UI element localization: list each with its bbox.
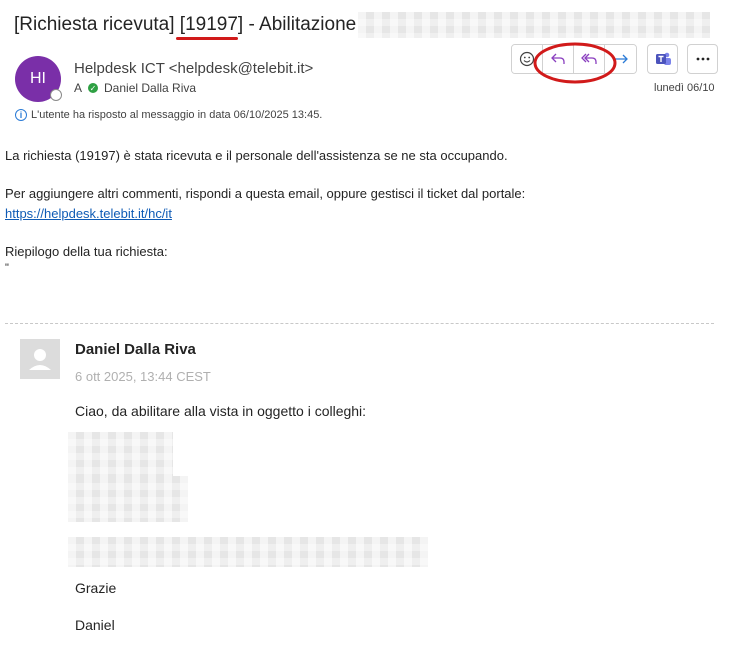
- recipient-row: A ✓ Daniel Dalla Riva: [74, 81, 196, 95]
- subject-prefix: [Richiesta ricevuta]: [14, 14, 180, 35]
- quoted-date: 6 ott 2025, 13:44 CEST: [75, 369, 211, 384]
- red-circle-annotation: [533, 42, 617, 84]
- verified-check-icon: ✓: [88, 83, 99, 93]
- info-bar-text: L'utente ha risposto al messaggio in dat…: [31, 109, 323, 121]
- sender-address[interactable]: Helpdesk ICT <helpdesk@telebit.it>: [74, 60, 313, 77]
- message-date: lunedì 06/10: [654, 82, 715, 94]
- more-actions-button[interactable]: [687, 44, 718, 74]
- quoted-author-avatar: [20, 339, 60, 379]
- quote-mark: ": [5, 262, 9, 274]
- body-line-summary: Riepilogo della tua richiesta:: [5, 244, 168, 259]
- email-subject: [Richiesta ricevuta] [19197] - Abilitazi…: [14, 14, 356, 36]
- redacted-block-3: [68, 537, 428, 567]
- redacted-block-2: [68, 476, 188, 522]
- info-bar: i L'utente ha risposto al messaggio in d…: [15, 109, 322, 121]
- redacted-subject: [358, 12, 710, 38]
- info-icon: i: [15, 109, 27, 121]
- to-label: A: [74, 81, 83, 95]
- redacted-block-1: [68, 432, 173, 478]
- presence-indicator: [50, 89, 62, 101]
- body-line-comments: Per aggiungere altri commenti, rispondi …: [5, 186, 526, 201]
- quoted-author-name: Daniel Dalla Riva: [75, 341, 196, 358]
- quoted-signature: Daniel: [75, 617, 115, 633]
- divider: [5, 323, 714, 324]
- teams-icon: [655, 52, 671, 65]
- quoted-thanks: Grazie: [75, 580, 117, 596]
- quoted-greeting: Ciao, da abilitare alla vista in oggetto…: [75, 403, 367, 419]
- more-icon: [696, 57, 709, 61]
- person-icon: [29, 349, 51, 370]
- portal-link[interactable]: https://helpdesk.telebit.it/hc/it: [5, 206, 172, 221]
- red-underline-annotation: [176, 37, 238, 40]
- subject-suffix: - Abilitazione: [243, 14, 357, 35]
- recipient-name[interactable]: Daniel Dalla Riva: [104, 81, 196, 95]
- subject-ticket-number: [19197]: [179, 14, 244, 35]
- teams-button[interactable]: [647, 44, 678, 74]
- body-line-received: La richiesta (19197) è stata ricevuta e …: [5, 148, 508, 163]
